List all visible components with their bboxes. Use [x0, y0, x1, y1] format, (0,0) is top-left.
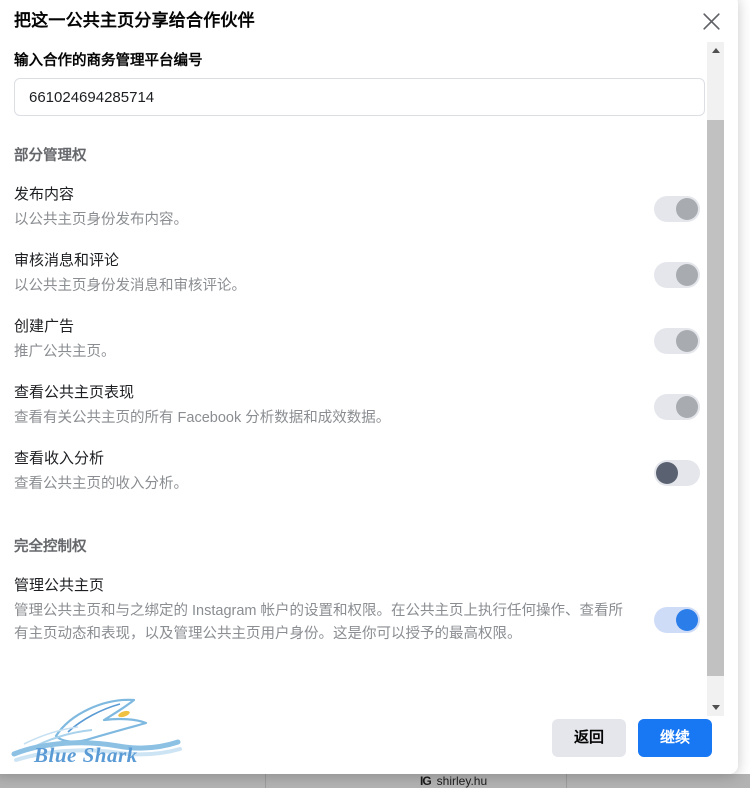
- logo-text: Blue Shark: [34, 743, 138, 767]
- permission-name: 管理公共主页: [14, 577, 105, 594]
- dialog-footer-actions: 返回 继续: [551, 719, 712, 757]
- permission-row-view-page-performance: 查看公共主页表现 查看有关公共主页的所有 Facebook 分析数据和成效数据。: [14, 373, 700, 439]
- toggle-create-ads[interactable]: [654, 328, 700, 354]
- permission-text: 查看收入分析 查看公共主页的收入分析。: [14, 448, 636, 496]
- permission-text: 发布内容 以公共主页身份发布内容。: [14, 184, 636, 232]
- permission-row-create-ads: 创建广告 推广公共主页。: [14, 307, 700, 373]
- dialog-body-content: 输入合作的商务管理平台编号 部分管理权 发布内容 以公共主页身份发布内容。 审核…: [0, 34, 738, 665]
- toggle-manage-page[interactable]: [654, 607, 700, 633]
- permission-row-view-revenue-insights: 查看收入分析 查看公共主页的收入分析。: [14, 439, 700, 505]
- toggle-knob: [656, 462, 678, 484]
- dialog-body: 输入合作的商务管理平台编号 部分管理权 发布内容 以公共主页身份发布内容。 审核…: [0, 34, 738, 699]
- scroll-down-arrow-icon[interactable]: [707, 699, 724, 716]
- toggle-knob: [676, 396, 698, 418]
- permission-description: 推广公共主页。: [14, 344, 116, 360]
- permission-text: 管理公共主页 管理公共主页和与之绑定的 Instagram 帐户的设置和权限。在…: [14, 575, 636, 646]
- toggle-knob: [676, 330, 698, 352]
- toggle-view-page-performance[interactable]: [654, 394, 700, 420]
- dialog-title: 把这一公共主页分享给合作伙伴: [14, 11, 255, 30]
- permission-text: 审核消息和评论 以公共主页身份发消息和审核评论。: [14, 250, 636, 298]
- back-button[interactable]: 返回: [551, 719, 626, 757]
- permission-name: 审核消息和评论: [14, 252, 120, 269]
- toggle-knob: [676, 198, 698, 220]
- permission-description: 管理公共主页和与之绑定的 Instagram 帐户的设置和权限。在公共主页上执行…: [14, 603, 624, 642]
- permission-description: 以公共主页身份发消息和审核评论。: [14, 278, 246, 294]
- permission-name: 创建广告: [14, 318, 75, 335]
- toggle-moderate-messages[interactable]: [654, 262, 700, 288]
- section-title-partial-access: 部分管理权: [14, 148, 87, 164]
- dialog-scrollbar[interactable]: [707, 42, 724, 716]
- permission-description: 查看公共主页的收入分析。: [14, 476, 188, 492]
- permission-name: 查看收入分析: [14, 450, 105, 467]
- scroll-up-arrow-icon[interactable]: [707, 42, 724, 59]
- background-toolbar: IG shirley.hu: [0, 774, 750, 788]
- permission-description: 以公共主页身份发布内容。: [14, 212, 188, 228]
- toggle-publish-content[interactable]: [654, 196, 700, 222]
- dialog-footer: Blue Shark 返回 继续: [0, 695, 738, 774]
- section-title-full-control: 完全控制权: [14, 539, 87, 555]
- background-toolbar-cell: [0, 774, 266, 788]
- permission-row-publish-content: 发布内容 以公共主页身份发布内容。: [14, 175, 700, 241]
- close-icon[interactable]: [696, 6, 726, 36]
- instagram-wordmark-icon: IG: [420, 774, 432, 788]
- toggle-view-revenue-insights[interactable]: [654, 460, 700, 486]
- toggle-knob: [676, 264, 698, 286]
- continue-button[interactable]: 继续: [637, 719, 712, 757]
- permission-description: 查看有关公共主页的所有 Facebook 分析数据和成效数据。: [14, 410, 391, 426]
- permission-text: 查看公共主页表现 查看有关公共主页的所有 Facebook 分析数据和成效数据。: [14, 382, 636, 430]
- shark-wave-logo-icon: Blue Shark: [8, 692, 188, 772]
- permission-row-manage-page: 管理公共主页 管理公共主页和与之绑定的 Instagram 帐户的设置和权限。在…: [14, 566, 700, 655]
- background-toolbar-cell: [266, 774, 567, 788]
- permission-name: 发布内容: [14, 186, 75, 203]
- bm-id-field-label: 输入合作的商务管理平台编号: [14, 53, 203, 69]
- permission-name: 查看公共主页表现: [14, 384, 135, 401]
- background-username: shirley.hu: [436, 774, 488, 788]
- share-page-dialog: 把这一公共主页分享给合作伙伴 输入合作的商务管理平台编号 部分管理权 发布内容 …: [0, 0, 738, 774]
- permission-row-moderate-messages: 审核消息和评论 以公共主页身份发消息和审核评论。: [14, 241, 700, 307]
- permission-text: 创建广告 推广公共主页。: [14, 316, 636, 364]
- bm-id-input[interactable]: [14, 78, 705, 116]
- scrollbar-thumb[interactable]: [707, 120, 724, 676]
- toggle-knob: [676, 609, 698, 631]
- background-user-entry: IG shirley.hu: [420, 774, 487, 788]
